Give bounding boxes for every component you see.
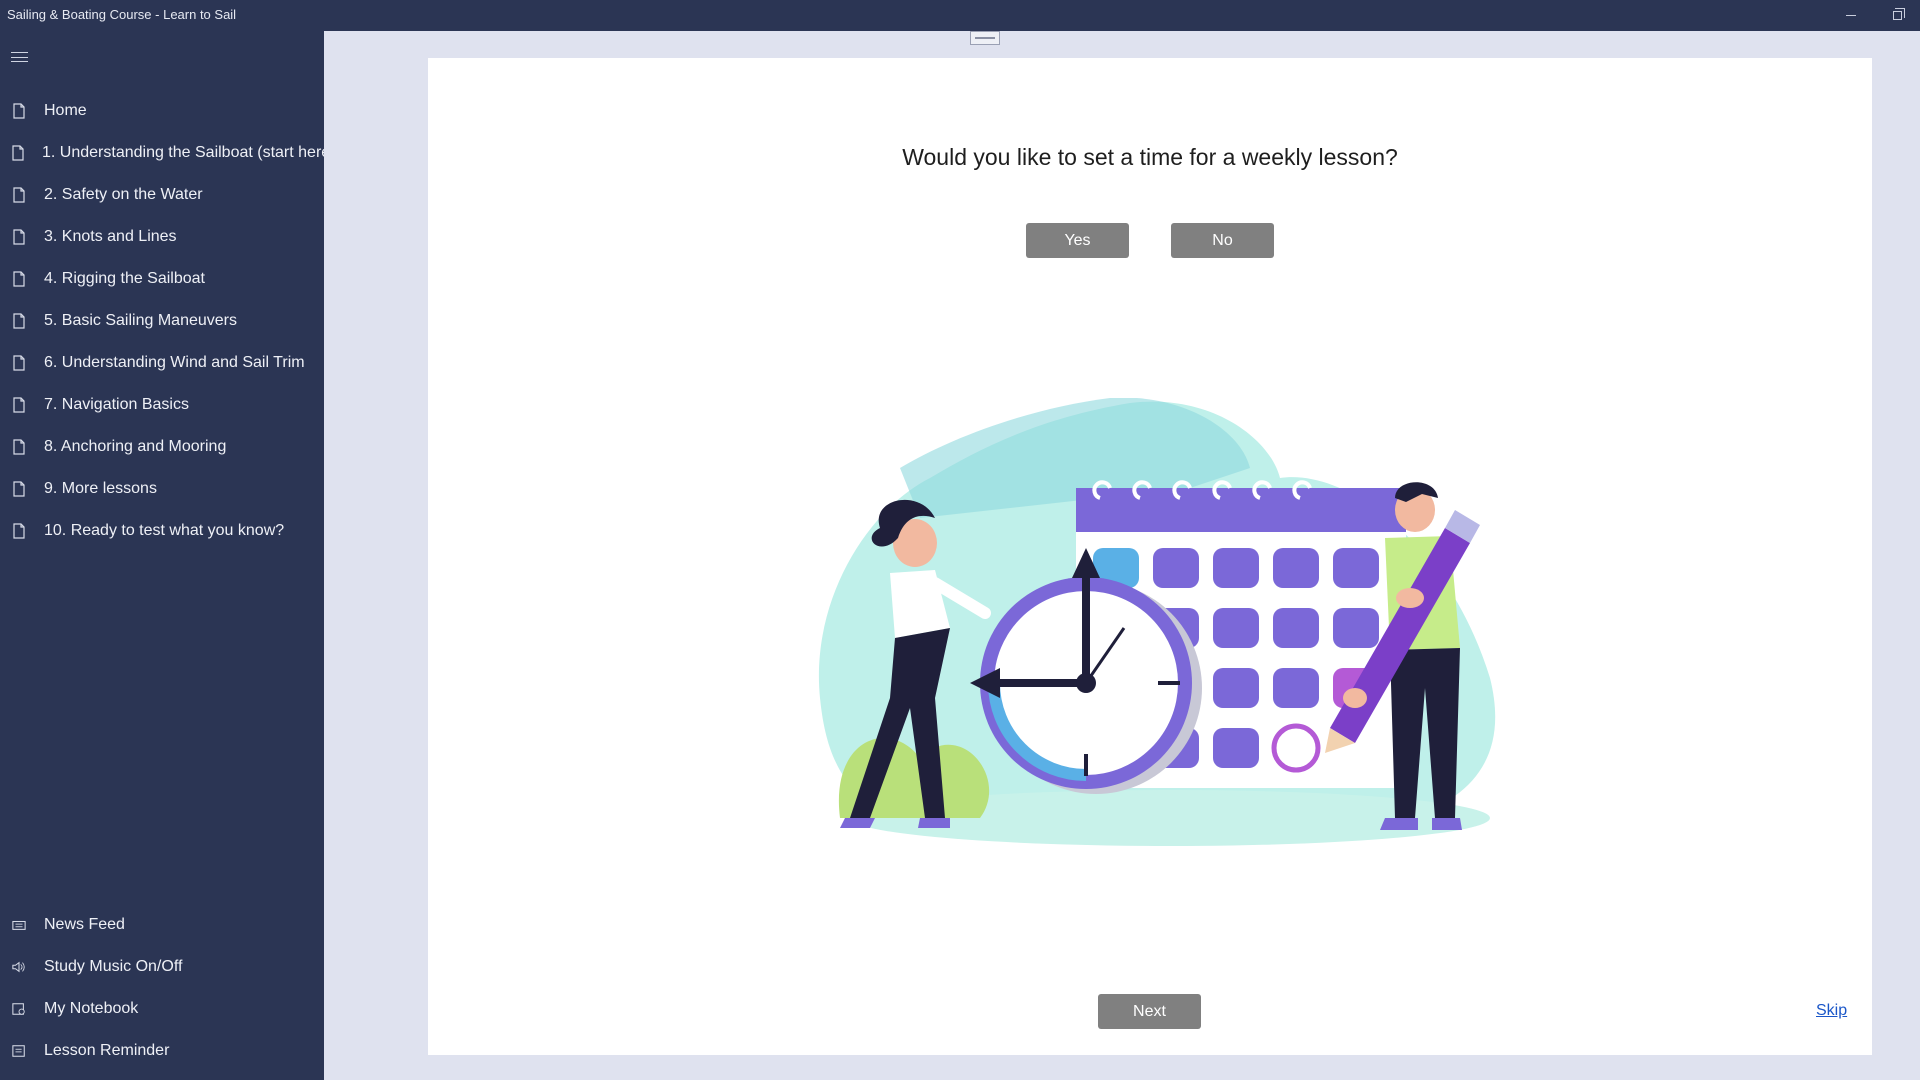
title-bar: Sailing & Boating Course - Learn to Sail [0, 0, 1920, 31]
document-icon [12, 186, 26, 204]
next-button[interactable]: Next [1098, 994, 1201, 1029]
document-icon [12, 228, 26, 246]
sidebar-item-label: 10. Ready to test what you know? [44, 522, 285, 539]
document-icon [12, 354, 26, 372]
document-icon [12, 438, 26, 456]
sidebar-item-label: 7. Navigation Basics [44, 396, 189, 413]
sidebar-item-label: Lesson Reminder [44, 1042, 170, 1059]
schedule-illustration [818, 398, 1496, 846]
sidebar-item-more-lessons[interactable]: 9. More lessons [0, 469, 324, 509]
question-text: Would you like to set a time for a weekl… [902, 144, 1398, 170]
minimize-button[interactable] [1828, 0, 1874, 31]
sidebar-item-wind-and-sail-trim[interactable]: 6. Understanding Wind and Sail Trim [0, 343, 324, 383]
sidebar-item-lesson-reminder[interactable]: Lesson Reminder [0, 1031, 324, 1071]
sidebar-item-label: My Notebook [44, 1000, 139, 1017]
skip-link[interactable]: Skip [1816, 1002, 1847, 1020]
document-icon [12, 270, 26, 288]
yes-button[interactable]: Yes [1026, 223, 1129, 258]
document-icon [12, 102, 26, 120]
sidebar-item-label: 1. Understanding the Sailboat (start her… [42, 144, 336, 161]
sidebar-item-label: 8. Anchoring and Mooring [44, 438, 227, 455]
restore-icon [1892, 8, 1905, 20]
sidebar-item-navigation-basics[interactable]: 7. Navigation Basics [0, 385, 324, 425]
sidebar-item-label: Study Music On/Off [44, 958, 183, 975]
sidebar-item-label: 3. Knots and Lines [44, 228, 177, 245]
hamburger-menu-icon[interactable] [11, 50, 28, 64]
sidebar-item-label: 4. Rigging the Sailboat [44, 270, 205, 287]
main-content: Would you like to set a time for a weekl… [324, 31, 1920, 1080]
sidebar-item-label: Home [44, 102, 87, 119]
sidebar-item-my-notebook[interactable]: My Notebook [0, 989, 324, 1029]
sidebar-item-home[interactable]: Home [0, 91, 324, 131]
sidebar-item-safety-on-the-water[interactable]: 2. Safety on the Water [0, 175, 324, 215]
sidebar-item-study-music[interactable]: Study Music On/Off [0, 947, 324, 987]
document-icon [12, 144, 24, 162]
document-icon [12, 480, 26, 498]
sidebar-item-label: 2. Safety on the Water [44, 186, 203, 203]
drag-handle[interactable] [970, 31, 1000, 45]
reminder-icon [12, 1042, 26, 1060]
restore-button[interactable] [1874, 0, 1920, 31]
notebook-icon [12, 1000, 26, 1018]
sidebar-item-news-feed[interactable]: News Feed [0, 905, 324, 945]
window-title: Sailing & Boating Course - Learn to Sail [7, 7, 237, 22]
document-icon [12, 522, 26, 540]
document-icon [12, 396, 26, 414]
speaker-icon [12, 958, 26, 976]
sidebar-item-ready-to-test[interactable]: 10. Ready to test what you know? [0, 511, 324, 551]
sidebar-item-label: 9. More lessons [44, 480, 157, 497]
sidebar: Home 1. Understanding the Sailboat (start… [0, 31, 336, 1080]
sidebar-item-knots-and-lines[interactable]: 3. Knots and Lines [0, 217, 324, 257]
sidebar-item-label: 6. Understanding Wind and Sail Trim [44, 354, 305, 371]
sidebar-item-rigging-the-sailboat[interactable]: 4. Rigging the Sailboat [0, 259, 324, 299]
document-icon [12, 312, 26, 330]
lesson-reminder-card: Would you like to set a time for a weekl… [428, 58, 1872, 1055]
no-button[interactable]: No [1171, 223, 1274, 258]
sidebar-item-label: 5. Basic Sailing Maneuvers [44, 312, 237, 329]
minimize-icon [1846, 15, 1856, 16]
sidebar-item-understanding-the-sailboat[interactable]: 1. Understanding the Sailboat (start her… [0, 133, 336, 173]
sidebar-item-label: News Feed [44, 916, 125, 933]
news-feed-icon [12, 916, 26, 934]
sidebar-item-anchoring-and-mooring[interactable]: 8. Anchoring and Mooring [0, 427, 324, 467]
sidebar-item-basic-sailing-maneuvers[interactable]: 5. Basic Sailing Maneuvers [0, 301, 324, 341]
